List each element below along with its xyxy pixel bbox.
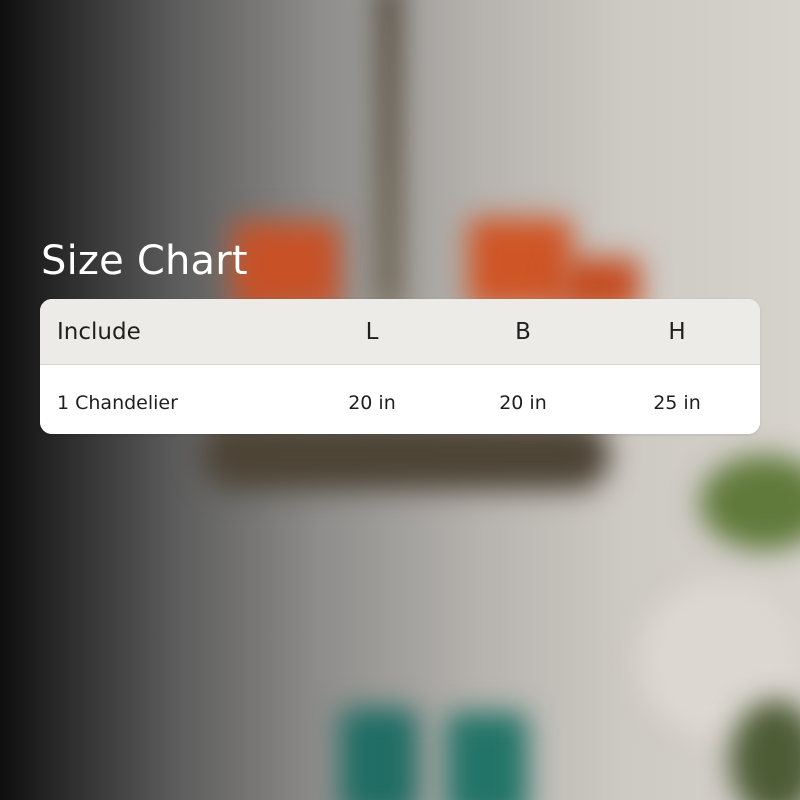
header-height: H xyxy=(668,318,686,345)
table-header-row: Include L B H xyxy=(40,299,760,365)
chandelier-rod xyxy=(378,0,400,310)
lamp-shade-center xyxy=(468,218,572,308)
table-row: 1 Chandelier 20 in 20 in 25 in xyxy=(40,365,760,434)
header-breadth: B xyxy=(515,318,531,345)
cell-height: 25 in xyxy=(653,391,701,414)
cell-length: 20 in xyxy=(348,391,396,414)
plant-leaves xyxy=(700,455,800,550)
header-include: Include xyxy=(57,318,141,345)
header-length: L xyxy=(365,318,379,345)
vase-left xyxy=(340,708,418,800)
cell-include: 1 Chandelier xyxy=(57,391,178,414)
size-chart-title: Size Chart xyxy=(41,238,248,284)
size-chart-table: Include L B H 1 Chandelier 20 in 20 in 2… xyxy=(40,299,760,434)
vase-right xyxy=(446,712,528,800)
cell-breadth: 20 in xyxy=(499,391,547,414)
lamp-shade-left xyxy=(232,222,340,310)
